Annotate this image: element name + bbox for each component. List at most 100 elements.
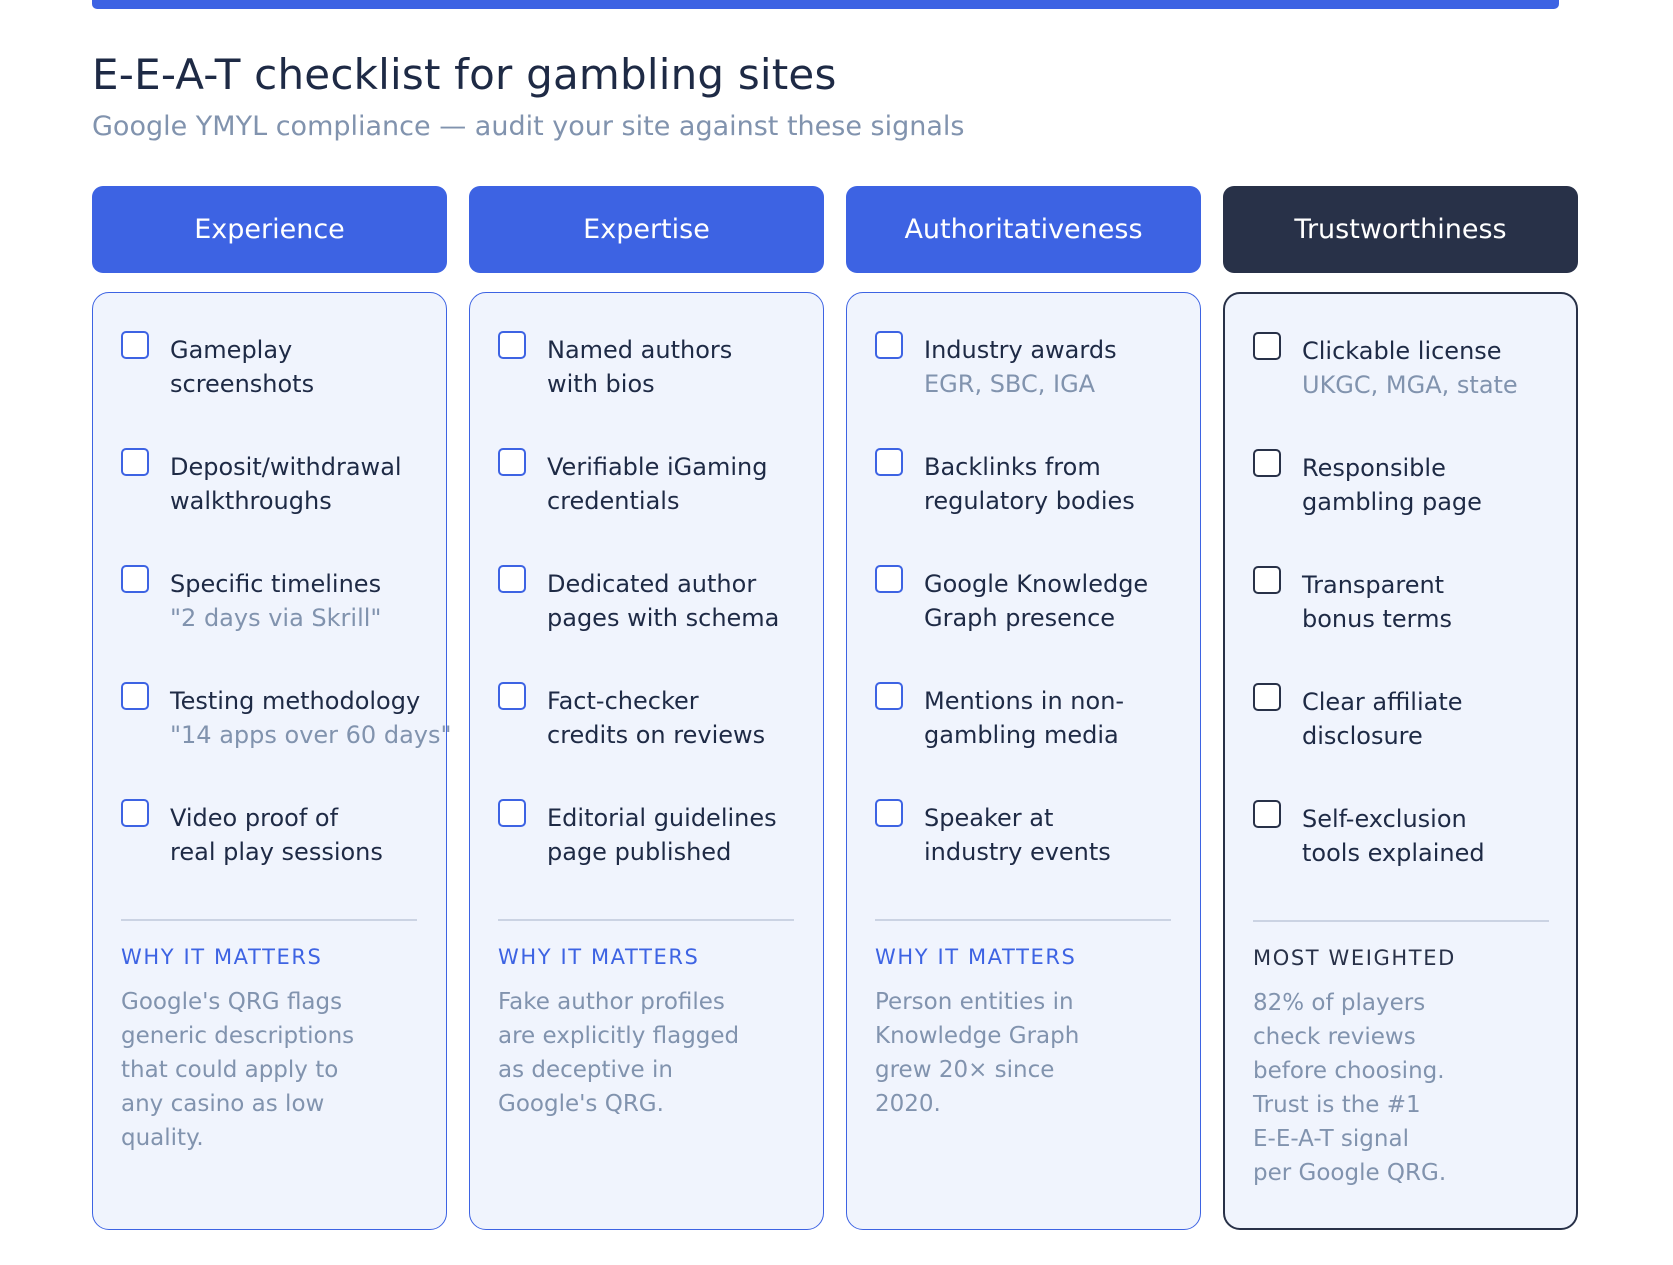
checklist-item-note: "14 apps over 60 days" — [170, 721, 452, 749]
checklist-item-label: Deposit/withdrawal — [170, 453, 402, 481]
why-it-matters-text: Fake author profiles are explicitly flagg… — [498, 985, 798, 1121]
checkbox-icon[interactable] — [1253, 683, 1281, 711]
why-it-matters-line: as deceptive in — [498, 1057, 673, 1083]
checklist-item-text: Google Knowledge Graph presence — [924, 567, 1219, 635]
column-card-experience: Gameplay screenshots Deposit/withdrawal wal… — [92, 292, 452, 1230]
why-it-matters-line: check reviews — [1253, 1024, 1416, 1050]
why-it-matters-line: E-E-A-T signal — [1253, 1126, 1409, 1152]
checklist-item-label: Responsible — [1302, 454, 1446, 482]
checkbox-icon[interactable] — [121, 682, 149, 710]
checkbox-icon[interactable] — [875, 448, 903, 476]
checklist-item-note: EGR, SBC, IGA — [924, 370, 1096, 398]
why-it-matters-line: Person entities in — [875, 989, 1074, 1015]
why-it-matters-line: 2020. — [875, 1091, 941, 1117]
checklist-item-label: regulatory bodies — [924, 487, 1135, 515]
checkbox-icon[interactable] — [1253, 800, 1281, 828]
checklist-item-text: Testing methodology "14 apps over 60 days… — [170, 684, 465, 752]
checkbox-icon[interactable] — [875, 799, 903, 827]
why-it-matters-line: quality. — [121, 1125, 204, 1151]
checklist-item-note: "2 days via Skrill" — [170, 604, 382, 632]
checklist-item-text: Clickable license UKGC, MGA, state — [1302, 334, 1597, 402]
checkbox-icon[interactable] — [121, 565, 149, 593]
checkbox-icon[interactable] — [875, 331, 903, 359]
top-accent-bar — [92, 0, 1559, 9]
checklist-item-note: UKGC, MGA, state — [1302, 371, 1518, 399]
checklist-item-text: Verifiable iGaming credentials — [547, 450, 842, 518]
checklist-item-label: Industry awards — [924, 336, 1117, 364]
why-it-matters-line: per Google QRG. — [1253, 1160, 1447, 1186]
checklist-item-label: Mentions in non- — [924, 687, 1125, 715]
why-it-matters-text: 82% of players check reviews before choosi… — [1253, 986, 1553, 1190]
section-divider — [498, 919, 794, 921]
checklist-item-text: Gameplay screenshots — [170, 333, 465, 401]
checklist-item-label: Specific timelines — [170, 570, 382, 598]
column-header-expertise: Expertise — [469, 186, 824, 273]
why-it-matters-line: are explicitly flagged — [498, 1023, 740, 1049]
why-it-matters-line: grew 20× since — [875, 1057, 1055, 1083]
checklist-item-text: Editorial guidelines page published — [547, 801, 842, 869]
checklist-item-label: Editorial guidelines — [547, 804, 777, 832]
why-it-matters-line: Fake author profiles — [498, 989, 725, 1015]
section-divider — [875, 919, 1171, 921]
checkbox-icon[interactable] — [121, 448, 149, 476]
checklist-item-label: Self-exclusion — [1302, 805, 1467, 833]
checklist-item-text: Backlinks from regulatory bodies — [924, 450, 1219, 518]
why-it-matters-line: that could apply to — [121, 1057, 339, 1083]
checklist-item-text: Named authors with bios — [547, 333, 842, 401]
checklist-item-label: tools explained — [1302, 839, 1485, 867]
why-it-matters-text: Person entities in Knowledge Graph grew 20… — [875, 985, 1175, 1121]
page-subtitle: Google YMYL compliance — audit your site… — [92, 111, 965, 142]
checkbox-icon[interactable] — [498, 331, 526, 359]
checklist-item-label: page published — [547, 838, 732, 866]
checkbox-icon[interactable] — [875, 682, 903, 710]
checkbox-icon[interactable] — [121, 799, 149, 827]
checklist-item-label: Fact-checker — [547, 687, 699, 715]
column-card-expertise: Named authors with bios Verifiable iGaming… — [469, 292, 824, 1230]
checklist-item-label: pages with schema — [547, 604, 780, 632]
checklist-item-label: Clear affiliate — [1302, 688, 1463, 716]
checklist-item-label: Speaker at — [924, 804, 1054, 832]
column-header-experience: Experience — [92, 186, 447, 273]
checklist-item-label: Graph presence — [924, 604, 1116, 632]
checklist-item-label: gambling media — [924, 721, 1119, 749]
checklist-item-text: Fact-checker credits on reviews — [547, 684, 842, 752]
section-divider — [1253, 920, 1549, 922]
checkbox-icon[interactable] — [1253, 566, 1281, 594]
checklist-item-text: Speaker at industry events — [924, 801, 1219, 869]
checklist-item-label: disclosure — [1302, 722, 1423, 750]
column-header-trustworthiness: Trustworthiness — [1223, 186, 1578, 273]
checklist-item-text: Specific timelines "2 days via Skrill" — [170, 567, 465, 635]
checkbox-icon[interactable] — [121, 331, 149, 359]
checklist-item-text: Dedicated author pages with schema — [547, 567, 842, 635]
why-it-matters-heading: WHY IT MATTERS — [875, 945, 1077, 969]
checklist-item-label: screenshots — [170, 370, 315, 398]
column-header-authoritativeness: Authoritativeness — [846, 186, 1201, 273]
checklist-item-label: Verifiable iGaming — [547, 453, 768, 481]
checklist-item-label: credits on reviews — [547, 721, 766, 749]
checklist-item-label: Transparent — [1302, 571, 1445, 599]
why-it-matters-line: before choosing. — [1253, 1058, 1445, 1084]
why-it-matters-line: Trust is the #1 — [1253, 1092, 1421, 1118]
why-it-matters-line: Google's QRG. — [498, 1091, 664, 1117]
why-it-matters-line: Google's QRG flags — [121, 989, 343, 1015]
checklist-item-text: Responsible gambling page — [1302, 451, 1597, 519]
section-divider — [121, 919, 417, 921]
checklist-item-label: gambling page — [1302, 488, 1482, 516]
checkbox-icon[interactable] — [1253, 449, 1281, 477]
checkbox-icon[interactable] — [875, 565, 903, 593]
checkbox-icon[interactable] — [498, 565, 526, 593]
checkbox-icon[interactable] — [498, 682, 526, 710]
why-it-matters-heading: MOST WEIGHTED — [1253, 946, 1456, 970]
checkbox-icon[interactable] — [498, 799, 526, 827]
why-it-matters-line: Knowledge Graph — [875, 1023, 1080, 1049]
checkbox-icon[interactable] — [498, 448, 526, 476]
checklist-item-label: industry events — [924, 838, 1111, 866]
checklist-item-label: with bios — [547, 370, 655, 398]
checklist-item-label: Backlinks from — [924, 453, 1101, 481]
checklist-item-label: Clickable license — [1302, 337, 1502, 365]
checklist-item-label: Dedicated author — [547, 570, 757, 598]
why-it-matters-line: generic descriptions — [121, 1023, 355, 1049]
checkbox-icon[interactable] — [1253, 332, 1281, 360]
checklist-item-label: Google Knowledge — [924, 570, 1149, 598]
checklist-item-label: walkthroughs — [170, 487, 332, 515]
